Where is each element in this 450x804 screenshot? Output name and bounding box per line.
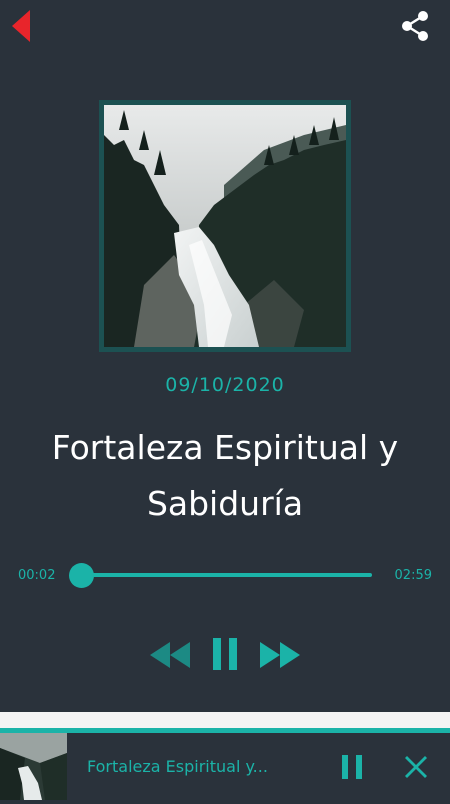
mini-close-button[interactable] [404, 755, 428, 779]
pause-icon [213, 638, 237, 670]
mini-player-thumbnail [0, 733, 67, 800]
mini-player-divider [0, 712, 450, 728]
cover-art [99, 100, 351, 352]
current-time: 00:02 [18, 568, 56, 583]
mini-pause-button[interactable] [342, 755, 362, 779]
fast-forward-icon [260, 642, 300, 668]
seek-thumb[interactable] [69, 563, 94, 588]
mini-player[interactable]: Fortaleza Espiritual y... [0, 733, 450, 800]
waterfall-forest-photo [104, 105, 346, 347]
duration-time: 02:59 [394, 568, 432, 583]
episode-date: 09/10/2020 [165, 374, 285, 396]
top-bar [0, 0, 450, 52]
mini-player-title: Fortaleza Espiritual y... [87, 757, 268, 776]
pause-icon [342, 755, 362, 779]
share-icon [402, 11, 428, 41]
rewind-button[interactable] [150, 642, 190, 668]
episode-title: Fortaleza Espiritual y Sabiduría [51, 428, 399, 523]
fast-forward-button[interactable] [260, 642, 300, 668]
back-arrow-icon [12, 10, 30, 42]
close-icon [405, 756, 427, 778]
seek-bar[interactable] [82, 573, 372, 577]
back-button[interactable] [8, 8, 36, 44]
rewind-icon [150, 642, 190, 668]
share-button[interactable] [400, 10, 430, 42]
waterfall-forest-thumbnail [0, 733, 67, 800]
play-pause-button[interactable] [213, 638, 237, 670]
